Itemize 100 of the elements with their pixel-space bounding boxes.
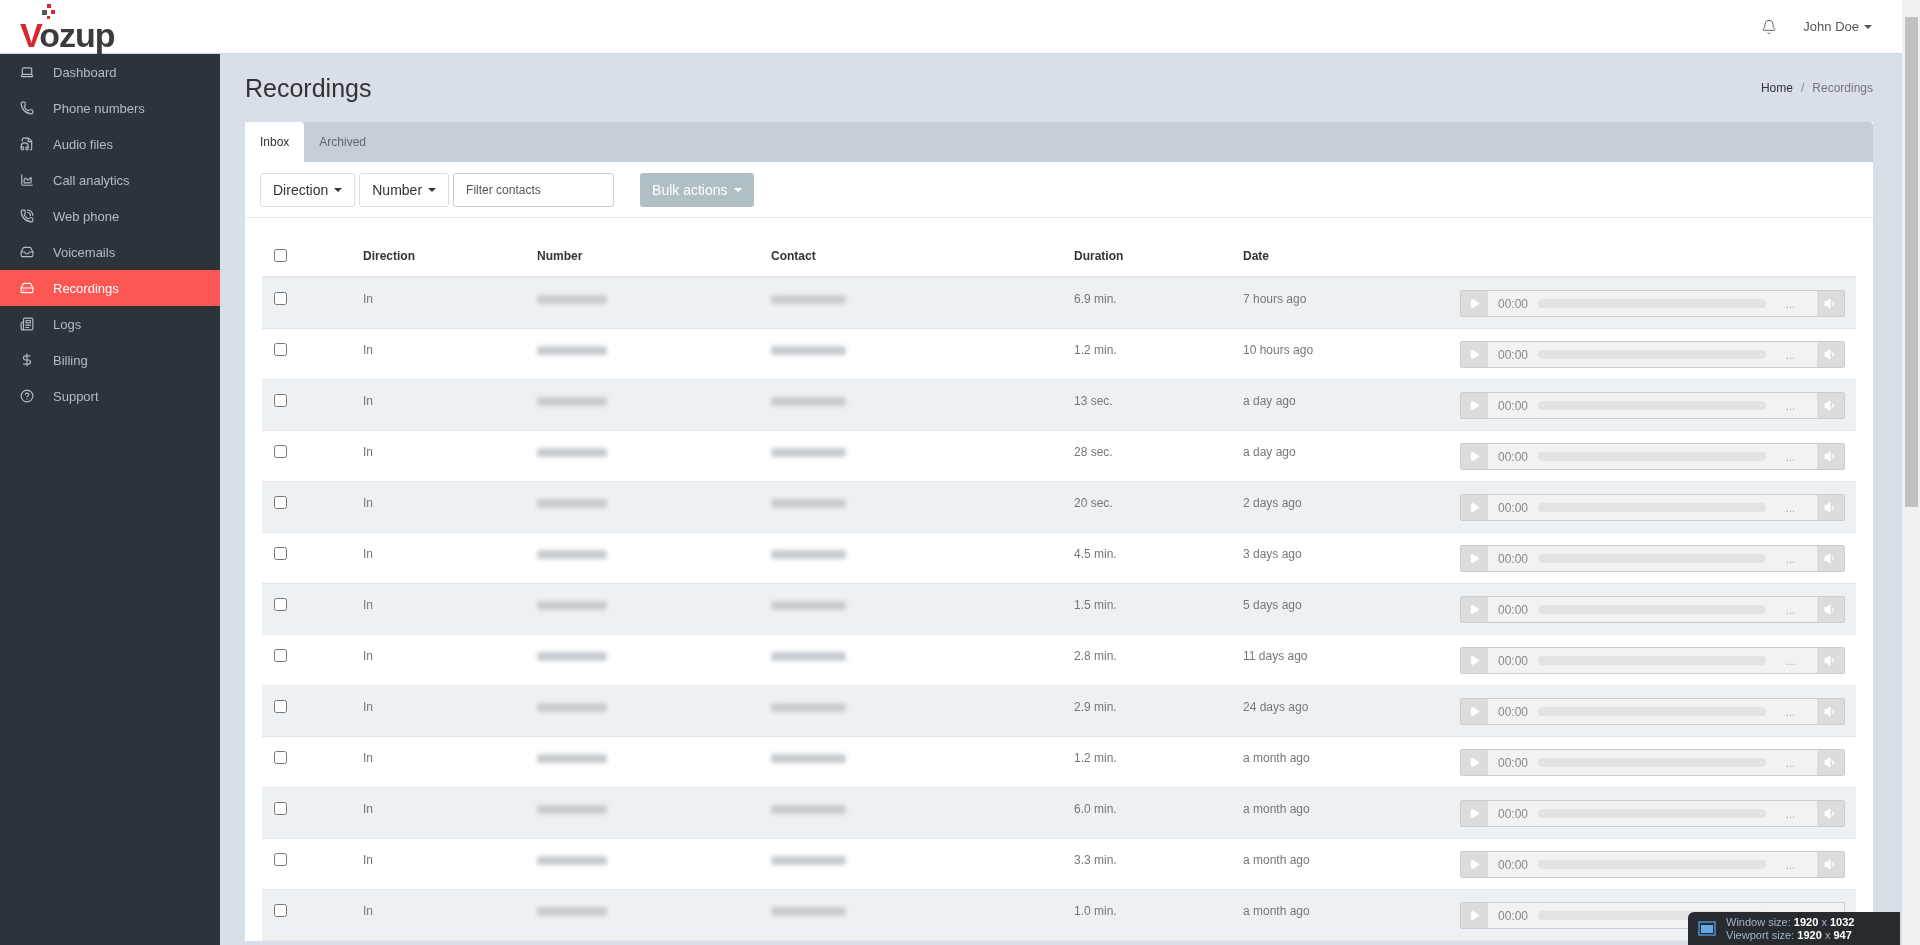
row-checkbox[interactable] [274,853,287,866]
user-menu[interactable]: John Doe [1803,19,1872,34]
notification-bell-icon[interactable] [1761,18,1778,35]
volume-button[interactable] [1817,546,1844,571]
page-title: Recordings [245,73,372,103]
sidebar-item[interactable]: Logs [0,306,220,342]
sidebar-item[interactable]: Audio files [0,126,220,162]
row-checkbox[interactable] [274,904,287,917]
row-checkbox[interactable] [274,445,287,458]
blurred-text [537,754,607,763]
play-button[interactable] [1461,393,1488,418]
player-duration: ... [1784,756,1796,769]
play-button[interactable] [1461,444,1488,469]
player-time: 00:00 [1497,755,1530,770]
breadcrumb-item[interactable]: Home [1760,81,1793,95]
player-duration: ... [1784,654,1796,667]
row-checkbox[interactable] [274,343,287,356]
table-cell-text: 6.0 min. [1074,801,1118,816]
volume-button[interactable] [1817,801,1844,826]
search-field[interactable]: Filter contacts [453,172,615,207]
blurred-text [537,550,607,559]
filter-dropdown[interactable]: Direction [260,172,356,207]
volume-button[interactable] [1817,597,1844,622]
table-cell-text: 3.3 min. [1074,852,1118,867]
play-button[interactable] [1461,750,1488,775]
sidebar-item[interactable]: Dashboard [0,54,220,90]
tab[interactable]: Inbox [245,122,305,162]
column-header: Date [1243,249,1270,263]
row-checkbox[interactable] [274,751,287,764]
table-cell-text: 4.5 min. [1074,546,1118,561]
volume-icon [1824,552,1837,565]
blurred-text [537,856,607,865]
play-button[interactable] [1461,597,1488,622]
play-icon [1469,757,1480,768]
table-cell-text: In [363,444,374,459]
play-icon [1469,859,1480,870]
table-cell-text: a month ago [1243,903,1311,918]
volume-icon [1824,450,1837,463]
player-time: 00:00 [1497,551,1530,566]
play-button[interactable] [1461,903,1488,928]
blurred-text [537,397,607,406]
play-button[interactable] [1461,699,1488,724]
table-cell-text: In [363,597,374,612]
volume-icon [1824,705,1837,718]
volume-button[interactable] [1817,495,1844,520]
play-button[interactable] [1461,801,1488,826]
row-checkbox[interactable] [274,598,287,611]
play-button[interactable] [1461,291,1488,316]
row-checkbox[interactable] [274,802,287,815]
caret-icon [733,187,742,192]
scrollbar[interactable] [1902,0,1920,945]
volume-button[interactable] [1817,699,1844,724]
sidebar-item[interactable]: Phone numbers [0,90,220,126]
sidebar-item[interactable]: Billing [0,342,220,378]
volume-icon [1824,399,1837,412]
row-checkbox[interactable] [274,496,287,509]
blurred-text [537,652,607,661]
logo[interactable]: Vozup [20,17,115,52]
sidebar-item[interactable]: Web phone [0,198,220,234]
table-cell-text: In [363,648,374,663]
play-icon [1469,502,1480,513]
play-button[interactable] [1461,852,1488,877]
player-time: 00:00 [1497,908,1530,923]
player-time: 00:00 [1497,296,1530,311]
play-button[interactable] [1461,546,1488,571]
table-cell-text: In [363,903,374,918]
volume-button[interactable] [1817,852,1844,877]
table-cell-text: In [363,495,374,510]
player-duration: ... [1784,348,1796,361]
row-checkbox[interactable] [274,292,287,305]
play-icon [1469,655,1480,666]
table-cell-text: 24 days ago [1243,699,1310,714]
player-time: 00:00 [1497,704,1530,719]
table-cell-text: 1.2 min. [1074,750,1118,765]
volume-button[interactable] [1817,750,1844,775]
row-checkbox[interactable] [274,649,287,662]
row-checkbox[interactable] [274,700,287,713]
play-button[interactable] [1461,495,1488,520]
sidebar-item[interactable]: Support [0,378,220,414]
tab[interactable]: Archived [304,122,382,162]
table-cell-text: a month ago [1243,852,1311,867]
column-header: Duration [1074,249,1125,263]
volume-button[interactable] [1817,393,1844,418]
volume-button[interactable] [1817,342,1844,367]
volume-button[interactable] [1817,444,1844,469]
volume-button[interactable] [1817,291,1844,316]
play-button[interactable] [1461,648,1488,673]
select-all-checkbox[interactable] [274,248,287,262]
play-icon [1469,451,1480,462]
column-header: Number [537,249,584,263]
table-cell-text: In [363,546,374,561]
play-button[interactable] [1461,342,1488,367]
row-checkbox[interactable] [274,547,287,560]
row-checkbox[interactable] [274,394,287,407]
filter-dropdown[interactable]: Number [359,172,450,207]
volume-button[interactable] [1817,648,1844,673]
play-icon [1469,349,1480,360]
column-header: Direction [363,249,416,263]
sidebar-item[interactable]: Voicemails [0,234,220,270]
sidebar-item[interactable]: Call analytics [0,162,220,198]
